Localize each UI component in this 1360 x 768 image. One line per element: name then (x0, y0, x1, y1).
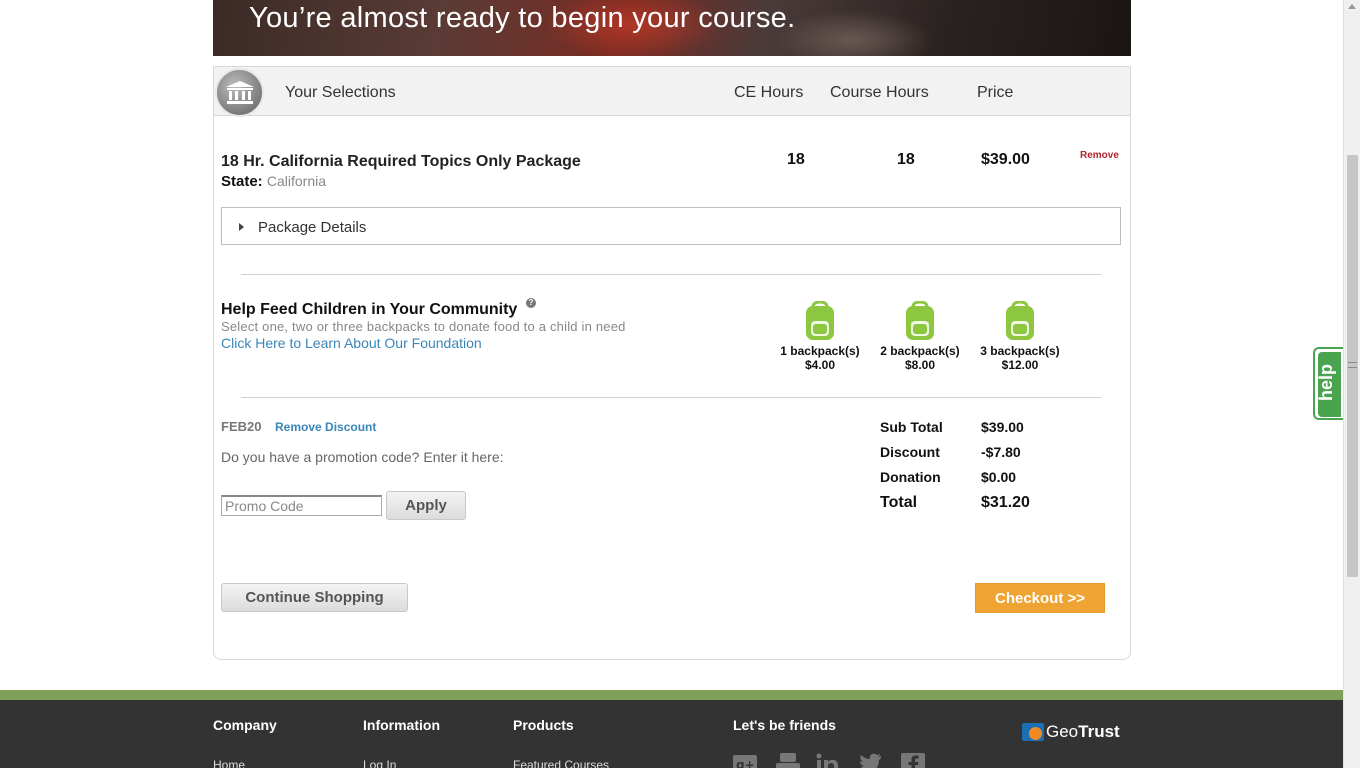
geotrust-badge-icon (1022, 723, 1044, 741)
foundation-link[interactable]: Click Here to Learn About Our Foundation (221, 335, 482, 351)
footer-link-home[interactable]: Home (213, 758, 245, 768)
backpack-option-2[interactable]: 2 backpack(s) $8.00 (870, 301, 970, 372)
backpack-icon (806, 301, 834, 340)
ce-hours-value: 18 (787, 151, 805, 168)
course-hours-header: Course Hours (830, 84, 929, 101)
price-header: Price (977, 84, 1014, 101)
subtotal-value: $39.00 (981, 419, 1024, 435)
donation-value: $0.00 (981, 469, 1017, 485)
discount-label: Discount (880, 444, 940, 460)
backpack-label: 1 backpack(s) (780, 344, 860, 358)
footer: Company Information Products Let's be fr… (0, 700, 1343, 768)
hero-text: You’re almost ready to begin your course… (249, 2, 796, 34)
total-label: Total (880, 494, 918, 511)
help-tab[interactable]: help (1313, 347, 1343, 420)
remove-discount-link[interactable]: Remove Discount (275, 420, 376, 434)
promo-question: Do you have a promotion code? Enter it h… (221, 449, 504, 465)
twitter-icon[interactable] (858, 753, 882, 768)
donation-title: Help Feed Children in Your Community (221, 301, 518, 318)
promo-code-input[interactable] (221, 495, 382, 516)
backpack-option-3[interactable]: 3 backpack(s) $12.00 (970, 301, 1070, 372)
footer-products-title: Products (513, 717, 574, 733)
total-value: $31.20 (981, 494, 1030, 511)
subtotal-label: Sub Total (880, 419, 943, 435)
cart-panel: Your Selections CE Hours Course Hours Pr… (213, 66, 1131, 660)
footer-link-featured-courses[interactable]: Featured Courses (513, 758, 609, 768)
donation-label: Donation (880, 469, 941, 485)
hero-banner: You’re almost ready to begin your course… (213, 0, 1131, 56)
backpack-price: $8.00 (904, 358, 936, 372)
course-name: 18 Hr. California Required Topics Only P… (221, 153, 581, 170)
geotrust-logo: GeoTrust (1022, 722, 1120, 742)
backpack-label: 3 backpack(s) (980, 344, 1060, 358)
price-value: $39.00 (981, 151, 1030, 168)
backpack-price: $12.00 (1001, 358, 1039, 372)
package-details-label: Package Details (258, 219, 367, 236)
selections-title: Your Selections (285, 84, 396, 101)
package-details-toggle[interactable]: Package Details (221, 207, 1121, 245)
caret-right-icon (239, 223, 244, 231)
help-question-icon[interactable]: ? (526, 298, 536, 308)
checkout-button[interactable]: Checkout >> (975, 583, 1105, 613)
apply-button[interactable]: Apply (386, 491, 466, 520)
state-value: California (266, 173, 326, 189)
backpack-price: $4.00 (804, 358, 836, 372)
google-plus-icon[interactable]: g+ (733, 753, 757, 768)
youtube-icon[interactable] (776, 753, 800, 768)
backpack-icon (1006, 301, 1034, 340)
remove-item-link[interactable]: Remove (1080, 150, 1119, 161)
selections-header: Your Selections CE Hours Course Hours Pr… (214, 67, 1130, 117)
backpack-label: 2 backpack(s) (880, 344, 960, 358)
svg-text:g+: g+ (736, 758, 755, 768)
applied-promo-code: FEB20 (221, 419, 262, 434)
linkedin-icon[interactable] (816, 753, 840, 768)
footer-company-title: Company (213, 717, 277, 733)
divider (241, 397, 1101, 398)
scroll-up-arrow-icon[interactable] (1348, 4, 1356, 9)
divider (241, 274, 1101, 275)
course-state: State: California (221, 173, 326, 190)
footer-information-title: Information (363, 717, 440, 733)
continue-shopping-button[interactable]: Continue Shopping (221, 583, 408, 612)
state-label: State: (221, 173, 263, 190)
backpack-option-1[interactable]: 1 backpack(s) $4.00 (770, 301, 870, 372)
discount-value: -$7.80 (981, 444, 1021, 460)
footer-stripe (0, 690, 1343, 700)
scroll-grip-icon (1348, 362, 1357, 368)
footer-social-title: Let's be friends (733, 717, 836, 733)
course-hours-value: 18 (897, 151, 915, 168)
footer-link-login[interactable]: Log In (363, 758, 396, 768)
ce-hours-header: CE Hours (734, 84, 804, 101)
backpack-icon (906, 301, 934, 340)
bank-icon (215, 68, 264, 117)
help-tab-label: help (1316, 363, 1336, 401)
facebook-icon[interactable] (901, 753, 925, 768)
page-scrollbar[interactable] (1343, 0, 1360, 768)
donation-subtitle: Select one, two or three backpacks to do… (221, 319, 626, 334)
